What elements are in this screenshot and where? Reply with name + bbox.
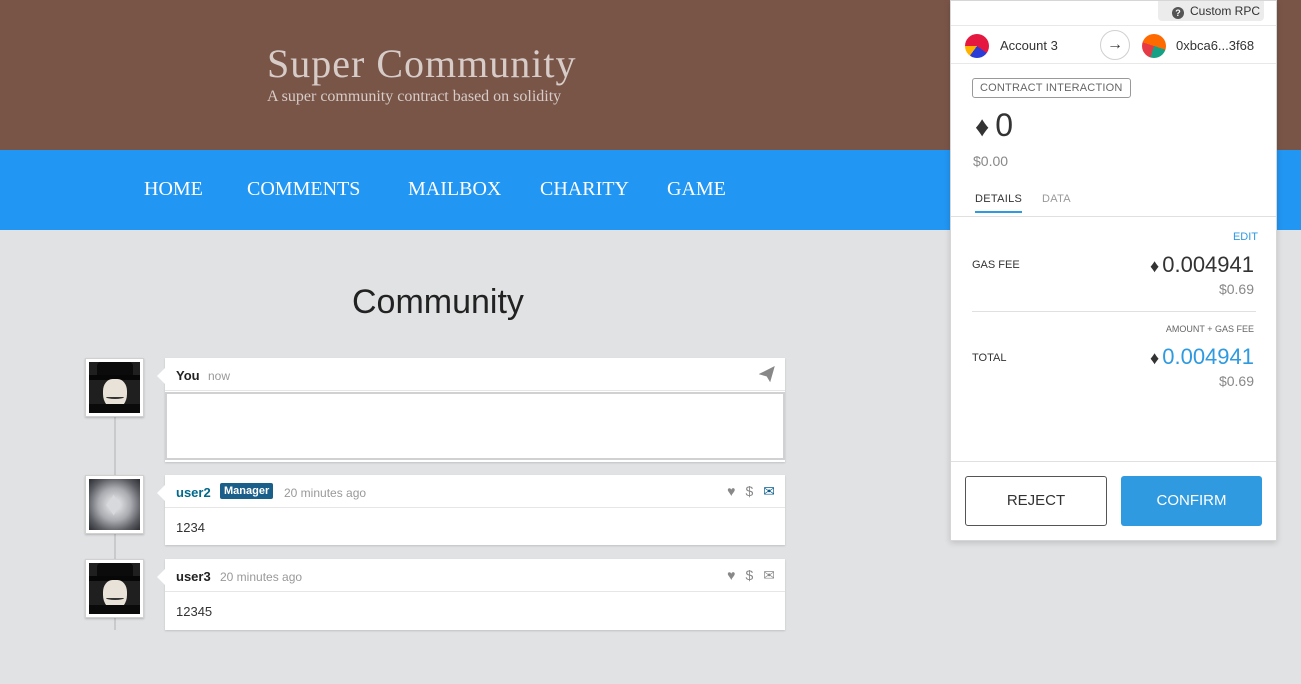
total-sublabel: AMOUNT + GAS FEE [1165, 324, 1254, 334]
comment-user[interactable]: user3 [176, 569, 211, 584]
gas-fee-amount: 0.004941 [1162, 252, 1254, 277]
network-name: Custom RPC [1190, 4, 1261, 18]
comment-header: user3 20 minutes ago ♥ $ ✉ [165, 559, 785, 592]
nav-item-mailbox[interactable]: MAILBOX [408, 178, 501, 201]
compose-user: You [176, 368, 200, 383]
comment-time: 20 minutes ago [220, 570, 303, 584]
footer-divider [951, 461, 1276, 462]
avatar: ♦ [85, 475, 144, 534]
tx-type-label: CONTRACT INTERACTION [972, 78, 1131, 98]
ethereum-icon: ♦ [975, 111, 990, 142]
divider [972, 311, 1256, 312]
ethereum-icon: ♦ [1150, 348, 1160, 368]
avatar [85, 358, 144, 417]
edit-gas-link[interactable]: EDIT [1233, 231, 1258, 243]
confirm-button[interactable]: CONFIRM [1121, 476, 1262, 526]
amount-value: 0 [995, 107, 1014, 143]
gas-fee-fiat: $0.69 [1218, 281, 1254, 297]
nav-item-charity[interactable]: CHARITY [540, 178, 629, 201]
heart-icon[interactable]: ♥ [727, 568, 735, 582]
comment-input[interactable] [165, 392, 785, 460]
avatar [85, 559, 144, 618]
reject-button[interactable]: REJECT [965, 476, 1107, 526]
from-account: Account 3 [1000, 38, 1058, 53]
paper-plane-icon[interactable] [758, 366, 775, 384]
dollar-icon[interactable]: $ [745, 568, 753, 582]
total-label: TOTAL [972, 352, 1007, 364]
page-title: Community [352, 283, 524, 321]
compose-time: now [208, 369, 231, 383]
dollar-icon[interactable]: $ [745, 484, 753, 498]
site-title: Super Community [267, 41, 577, 86]
compose-card: You now [157, 358, 785, 462]
comment-time: 20 minutes ago [284, 486, 367, 500]
tab-details[interactable]: DETAILS [975, 193, 1023, 213]
gas-fee-label: GAS FEE [972, 259, 1020, 271]
amount-fiat: $0.00 [973, 153, 1009, 169]
help-icon: ? [1172, 7, 1184, 19]
envelope-icon[interactable]: ✉ [763, 568, 775, 582]
total-amount: 0.004941 [1162, 344, 1254, 369]
heart-icon[interactable]: ♥ [727, 484, 735, 498]
comment-header: user2 Manager 20 minutes ago ♥ $ ✉ [165, 475, 785, 508]
to-address: 0xbca6...3f68 [1176, 38, 1255, 53]
compose-header: You now [165, 358, 785, 391]
comment-card: user2 Manager 20 minutes ago ♥ $ ✉ 1234 [157, 475, 785, 545]
network-indicator[interactable]: ? Custom RPC [1158, 1, 1264, 21]
comment-card: user3 20 minutes ago ♥ $ ✉ 12345 [157, 559, 785, 630]
tx-tabs: DETAILS DATA [951, 185, 1276, 217]
role-badge: Manager [220, 483, 274, 499]
identicon [965, 34, 989, 58]
total-fiat: $0.69 [1218, 373, 1254, 389]
total-value: ♦ 0.004941 [1150, 344, 1254, 370]
comment-text: 12345 [176, 604, 213, 619]
identicon [1142, 34, 1166, 58]
metamask-popup: ? Custom RPC Account 3 → 0xbca6...3f68 CO… [950, 0, 1277, 541]
nav-item-comments[interactable]: COMMENTS [247, 178, 360, 201]
comment-user[interactable]: user2 [176, 485, 211, 500]
account-bar: Account 3 → 0xbca6...3f68 [951, 25, 1276, 64]
tab-data[interactable]: DATA [1042, 193, 1071, 205]
site-subtitle: A super community contract based on soli… [267, 88, 562, 105]
arrow-right-icon: → [1100, 30, 1130, 60]
comment-text: 1234 [176, 520, 205, 535]
nav-item-home[interactable]: HOME [144, 178, 203, 201]
tx-amount: ♦ 0 [975, 107, 1013, 144]
ethereum-icon: ♦ [1150, 256, 1160, 276]
gas-fee-value: ♦ 0.004941 [1150, 252, 1254, 278]
nav-item-game[interactable]: GAME [667, 178, 726, 201]
envelope-icon[interactable]: ✉ [763, 484, 775, 498]
